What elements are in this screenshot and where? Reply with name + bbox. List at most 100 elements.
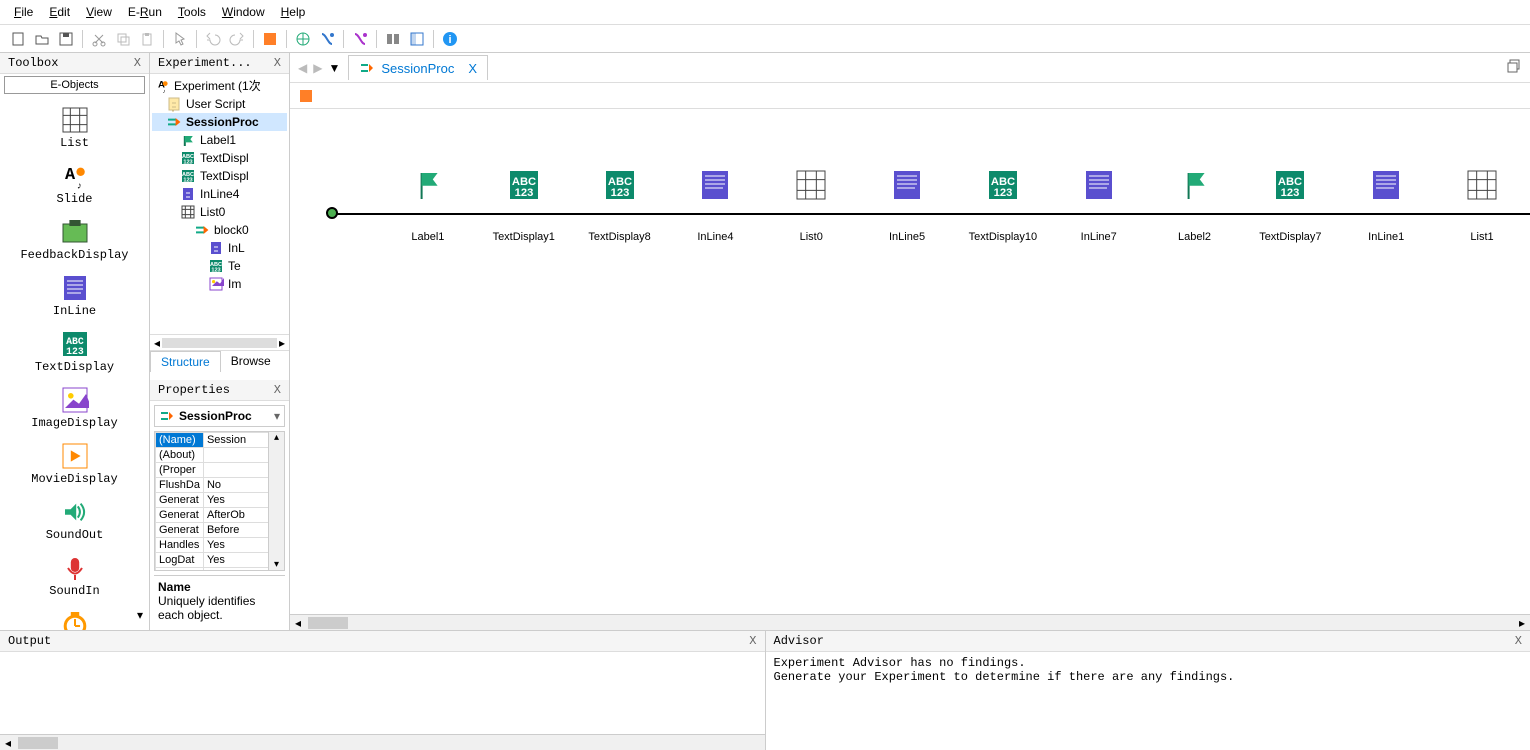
canvas-hscroll[interactable]: ◂ ▸ — [290, 614, 1530, 630]
chevron-down-icon[interactable]: ▾ — [137, 608, 143, 622]
debug-icon[interactable] — [350, 29, 370, 49]
toolbox-item-soundin[interactable]: SoundIn — [0, 548, 149, 604]
dropdown-icon[interactable]: ▾ — [274, 409, 280, 423]
toolbox-item-slide[interactable]: A♪Slide — [0, 156, 149, 212]
copy-icon[interactable] — [113, 29, 133, 49]
nav-down-icon[interactable]: ▼ — [328, 61, 340, 75]
grid-icon[interactable] — [293, 29, 313, 49]
timeline-item-textdisplay7[interactable]: ABC123TextDisplay7 — [1242, 169, 1338, 243]
prop-row[interactable]: (Name)Session — [156, 433, 284, 448]
output-hscroll[interactable]: ◂ — [0, 734, 765, 750]
tree-node-label1[interactable]: Label1 — [152, 131, 287, 149]
properties-close-icon[interactable]: X — [274, 383, 281, 397]
toolbox-item-imagedisplay[interactable]: ImageDisplay — [0, 380, 149, 436]
prop-row[interactable]: FlushDaNo — [156, 478, 284, 493]
canvas-tool-icon[interactable] — [296, 86, 316, 106]
prop-row[interactable]: GeneratBefore — [156, 523, 284, 538]
save-icon[interactable] — [56, 29, 76, 49]
tree-node-te[interactable]: ABC123Te — [152, 257, 287, 275]
open-icon[interactable] — [32, 29, 52, 49]
timeline-item-inline4[interactable]: InLine4 — [667, 169, 763, 243]
cut-icon[interactable] — [89, 29, 109, 49]
timeline-item-list0[interactable]: List0 — [763, 169, 859, 243]
advisor-close-icon[interactable]: X — [1515, 634, 1522, 648]
undo-icon[interactable] — [203, 29, 223, 49]
scroll-left-icon[interactable]: ◂ — [154, 336, 160, 350]
tree-node-inline4[interactable]: InLine4 — [152, 185, 287, 203]
prop-row[interactable]: (Proper — [156, 463, 284, 478]
timeline-item-inline7[interactable]: InLine7 — [1051, 169, 1147, 243]
explorer-tree[interactable]: A♪Experiment (1次User ScriptSessionProcLa… — [150, 74, 289, 334]
output-close-icon[interactable]: X — [749, 634, 756, 648]
tree-node-list0[interactable]: List0 — [152, 203, 287, 221]
redo-icon[interactable] — [227, 29, 247, 49]
timeline-item-textdisplay8[interactable]: ABC123TextDisplay8 — [572, 169, 668, 243]
hscroll-right-icon[interactable]: ▸ — [1514, 616, 1530, 630]
tab-structure[interactable]: Structure — [150, 351, 221, 372]
run-icon[interactable] — [317, 29, 337, 49]
advisor-body[interactable]: Experiment Advisor has no findings. Gene… — [766, 652, 1530, 750]
timeline-item-inline1[interactable]: InLine1 — [1338, 169, 1434, 243]
menu-help[interactable]: Help — [275, 3, 312, 21]
align-icon[interactable] — [383, 29, 403, 49]
toolbox-item-soundout[interactable]: SoundOut — [0, 492, 149, 548]
new-icon[interactable] — [8, 29, 28, 49]
properties-grid[interactable]: (Name)Session(About)(ProperFlushDaNoGene… — [154, 431, 285, 571]
pointer-icon[interactable] — [170, 29, 190, 49]
menu-file[interactable]: File — [8, 3, 39, 21]
hscroll-left-icon[interactable]: ◂ — [290, 616, 306, 630]
tree-hscroll[interactable]: ◂ ▸ — [150, 334, 289, 350]
prop-row[interactable]: GeneratAfterOb — [156, 508, 284, 523]
timeline-item-inline5[interactable]: InLine5 — [859, 169, 955, 243]
timeline-item-textdisplay10[interactable]: ABC123TextDisplay10 — [955, 169, 1051, 243]
timeline-item-label2[interactable]: Label2 — [1147, 169, 1243, 243]
layout-icon[interactable] — [407, 29, 427, 49]
toolbox-item-inline[interactable]: InLine — [0, 268, 149, 324]
tree-root[interactable]: A♪Experiment (1次 — [152, 76, 287, 95]
menu-edit[interactable]: Edit — [43, 3, 76, 21]
generate-icon[interactable] — [260, 29, 280, 49]
toolbox-item-feedbackdisplay[interactable]: FeedbackDisplay — [0, 212, 149, 268]
properties-selector[interactable]: SessionProc ▾ — [154, 405, 285, 427]
tree-node-im[interactable]: Im — [152, 275, 287, 293]
menu-window[interactable]: Window — [216, 3, 271, 21]
canvas-tab-sessionproc[interactable]: SessionProc X — [348, 55, 488, 80]
tree-node-sessionproc[interactable]: SessionProc — [152, 113, 287, 131]
nav-forward-icon[interactable]: ▶ — [313, 61, 322, 75]
toolbox-item-textdisplay[interactable]: ABC123TextDisplay — [0, 324, 149, 380]
output-body[interactable] — [0, 652, 765, 734]
scroll-thumb[interactable] — [18, 737, 58, 749]
tree-node-inl[interactable]: InL — [152, 239, 287, 257]
menu-erun[interactable]: E-Run — [122, 3, 168, 21]
tree-node-textdispl[interactable]: ABC123TextDispl — [152, 149, 287, 167]
prop-row[interactable]: GeneratYes — [156, 493, 284, 508]
toolbox-close-icon[interactable]: X — [134, 56, 141, 70]
tab-browse[interactable]: Browse — [221, 351, 281, 372]
paste-icon[interactable] — [137, 29, 157, 49]
tree-node-user script[interactable]: User Script — [152, 95, 287, 113]
timeline-item-textdisplay1[interactable]: ABC123TextDisplay1 — [476, 169, 572, 243]
toolbox-item-moviedisplay[interactable]: MovieDisplay — [0, 436, 149, 492]
explorer-close-icon[interactable]: X — [274, 56, 281, 70]
menu-view[interactable]: View — [80, 3, 118, 21]
canvas-tab-close-icon[interactable]: X — [468, 61, 477, 76]
hscroll-thumb[interactable] — [308, 617, 348, 629]
procedure-canvas[interactable]: Label1ABC123TextDisplay1ABC123TextDispla… — [290, 109, 1530, 614]
tree-node-block0[interactable]: block0 — [152, 221, 287, 239]
timeline-item-list1[interactable]: List1 — [1434, 169, 1530, 243]
prop-row[interactable]: LogDatYes — [156, 553, 284, 568]
info-icon[interactable]: i — [440, 29, 460, 49]
toolbox-item-wait[interactable]: Wait — [0, 604, 149, 630]
prop-row[interactable]: HandlesYes — [156, 538, 284, 553]
props-vscroll[interactable]: ▴▾ — [268, 432, 284, 570]
toolbox-item-list[interactable]: List — [0, 100, 149, 156]
tree-node-textdispl[interactable]: ABC123TextDispl — [152, 167, 287, 185]
scroll-right-icon[interactable]: ▸ — [279, 336, 285, 350]
prop-row[interactable]: Notes — [156, 568, 284, 572]
timeline-item-label1[interactable]: Label1 — [380, 169, 476, 243]
restore-window-icon[interactable] — [1506, 58, 1522, 77]
menu-tools[interactable]: Tools — [172, 3, 212, 21]
prop-row[interactable]: (About) — [156, 448, 284, 463]
scroll-left-icon[interactable]: ◂ — [0, 736, 16, 750]
nav-back-icon[interactable]: ◀ — [298, 61, 307, 75]
